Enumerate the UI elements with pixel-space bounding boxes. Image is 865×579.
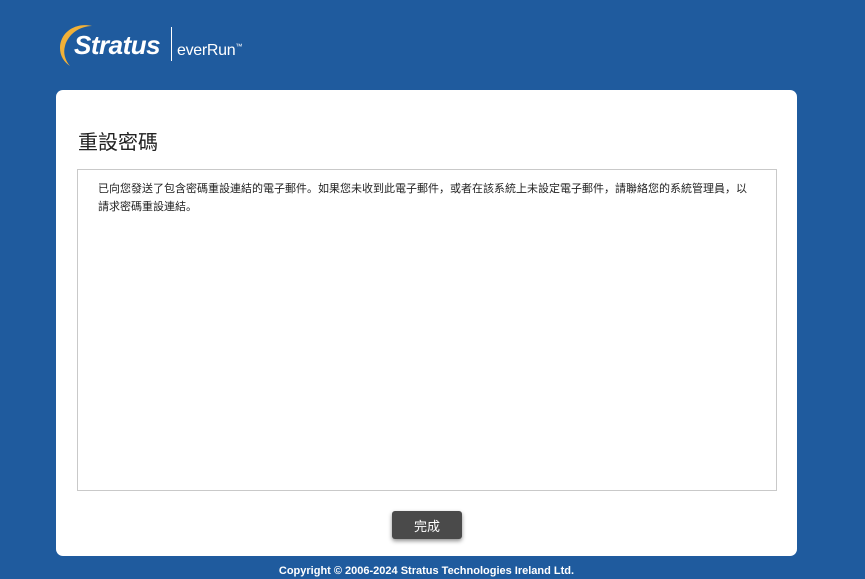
copyright-footer: Copyright © 2006-2024 Stratus Technologi…: [278, 565, 575, 577]
reset-message-text: 已向您發送了包含密碼重設連結的電子郵件。如果您未收到此電子郵件，或者在該系統上未…: [98, 182, 747, 213]
reset-password-card: 重設密碼 已向您發送了包含密碼重設連結的電子郵件。如果您未收到此電子郵件，或者在…: [56, 90, 797, 556]
reset-password-page: Stratus everRun™ 重設密碼 已向您發送了包含密碼重設連結的電子郵…: [0, 0, 865, 579]
logo-product-text: everRun™: [177, 42, 243, 59]
logo-brand-text: Stratus: [74, 30, 161, 60]
logo-divider: [171, 27, 172, 61]
trademark-mark: ™: [235, 43, 243, 51]
done-button[interactable]: 完成: [392, 511, 462, 539]
message-box: 已向您發送了包含密碼重設連結的電子郵件。如果您未收到此電子郵件，或者在該系統上未…: [77, 169, 777, 491]
page-title: 重設密碼: [78, 130, 158, 154]
stratus-everrun-logo: Stratus everRun™: [56, 22, 256, 70]
